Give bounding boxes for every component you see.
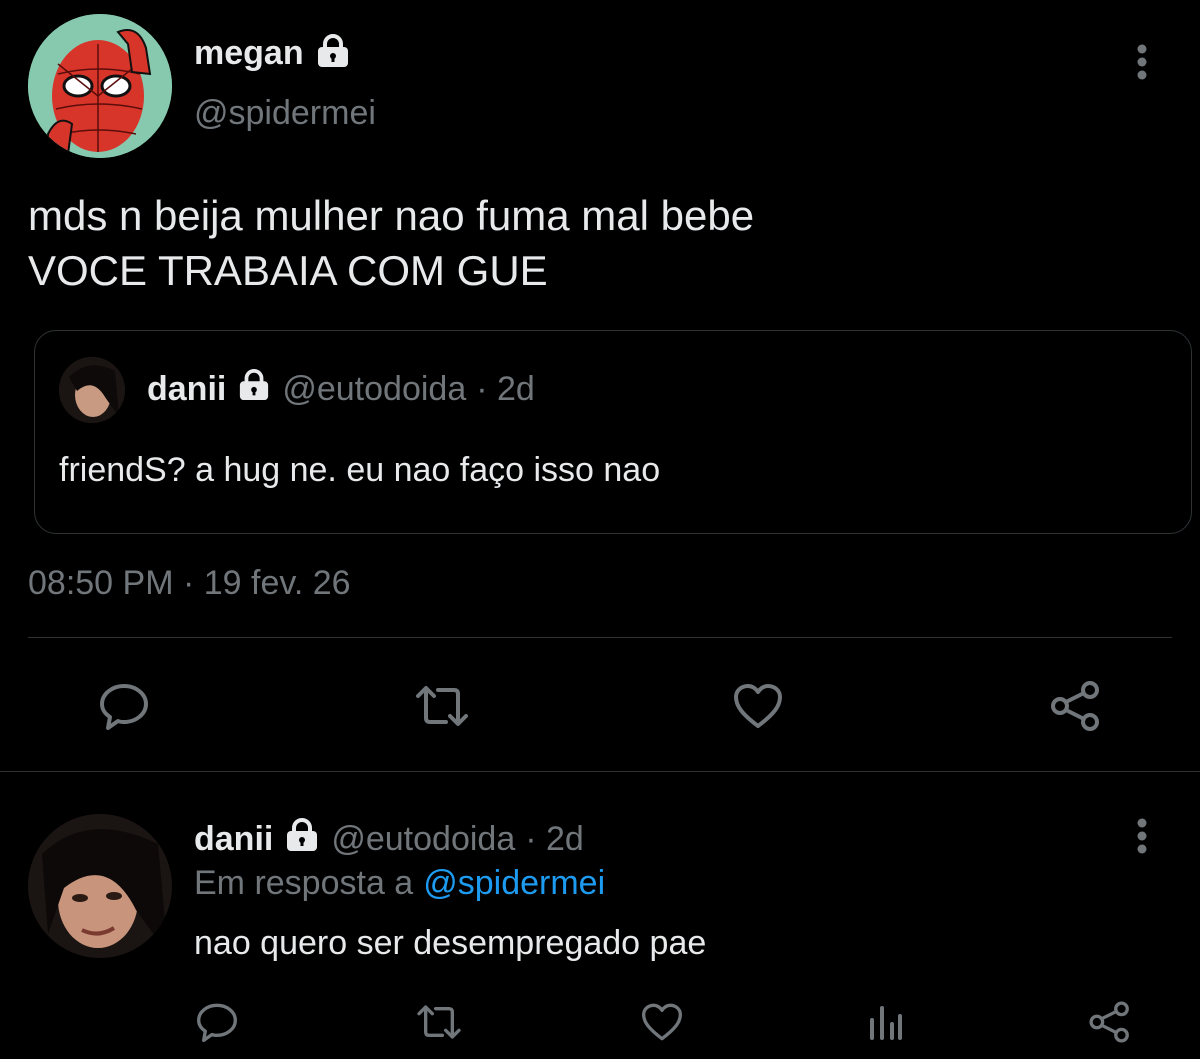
- quoted-author-handle: @eutodoida: [282, 370, 467, 408]
- divider: [28, 637, 1172, 638]
- reply-age: · 2d: [525, 819, 584, 858]
- reply-button[interactable]: [89, 676, 159, 736]
- tweet-text-line-2: VOCE TRABAIA COM GUE: [28, 247, 548, 294]
- tweet-text-line-1: mds n beija mulher nao fuma mal bebe: [28, 192, 755, 239]
- share-icon: [1051, 681, 1099, 731]
- author-name[interactable]: megan: [194, 34, 304, 73]
- reply-icon: [100, 684, 148, 730]
- retweet-button[interactable]: [407, 676, 477, 736]
- heart-icon: [642, 1003, 682, 1041]
- lock-icon: [236, 369, 272, 410]
- reply-author-handle[interactable]: @eutodoida: [331, 820, 515, 859]
- share-button[interactable]: [1075, 992, 1145, 1052]
- quoted-author-name: danii: [147, 370, 227, 408]
- analytics-button[interactable]: [851, 992, 921, 1052]
- quoted-age: · 2d: [476, 370, 535, 408]
- tweet-timestamp[interactable]: 08:50 PM · 19 fev. 26: [28, 564, 351, 603]
- heart-icon: [734, 684, 782, 728]
- quoted-tweet[interactable]: danii @eutodoida · 2d friendS? a hug ne.…: [34, 330, 1192, 534]
- spiderman-avatar-image: [28, 14, 172, 158]
- share-button[interactable]: [1041, 676, 1111, 736]
- lock-icon: [314, 33, 352, 73]
- reply-text: nao quero ser desempregado pae: [194, 924, 707, 962]
- reply-to-link[interactable]: @spidermei: [423, 864, 605, 903]
- author-avatar[interactable]: [28, 14, 172, 158]
- lock-icon: [283, 817, 321, 861]
- analytics-icon: [870, 1006, 902, 1040]
- tweet-text: mds n beija mulher nao fuma mal bebe VOC…: [28, 188, 754, 298]
- more-vertical-icon[interactable]: [1122, 42, 1162, 82]
- retweet-button[interactable]: [404, 992, 474, 1052]
- reply-icon: [197, 1003, 237, 1042]
- share-icon: [1089, 1001, 1129, 1043]
- reply-button[interactable]: [182, 992, 252, 1052]
- reply-author-avatar[interactable]: [28, 814, 172, 958]
- retweet-icon: [416, 686, 468, 726]
- divider: [0, 771, 1200, 772]
- reply-context-label: Em resposta a: [194, 864, 414, 902]
- author-handle[interactable]: @spidermei: [194, 94, 376, 133]
- like-button[interactable]: [723, 676, 793, 736]
- like-button[interactable]: [627, 992, 697, 1052]
- reply-author-name[interactable]: danii: [194, 820, 273, 859]
- quoted-text: friendS? a hug ne. eu nao faço isso nao: [59, 451, 661, 489]
- retweet-icon: [417, 1005, 461, 1039]
- quoted-author-avatar: [59, 357, 125, 423]
- more-vertical-icon[interactable]: [1122, 816, 1162, 856]
